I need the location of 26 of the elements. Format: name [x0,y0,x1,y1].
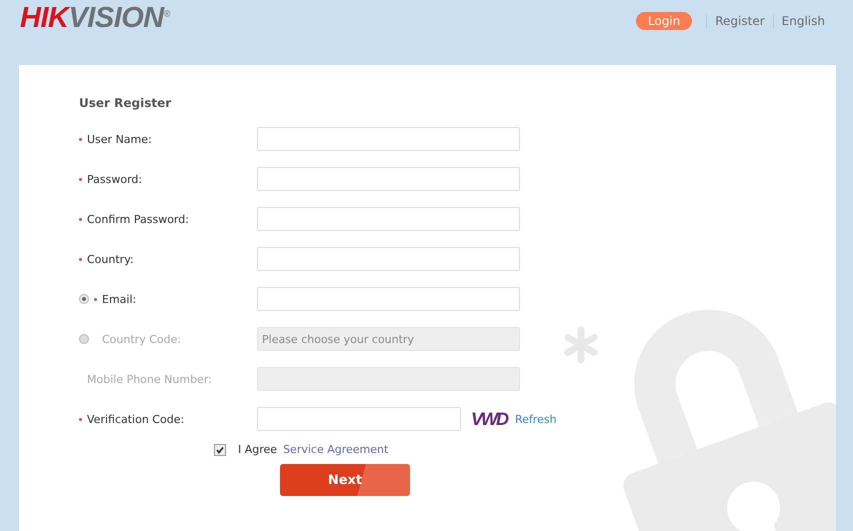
field-label: Verification Code: [87,412,184,426]
checkbox[interactable] [214,444,226,456]
input-field[interactable] [257,287,520,311]
input-field[interactable] [257,247,520,271]
field-label: Email: [102,292,136,306]
input-field[interactable] [257,167,520,191]
form-title: User Register [79,96,172,110]
field-label: Country: [87,252,134,266]
agreement-link[interactable]: Service Agreement [283,443,388,456]
field-label: Confirm Password: [87,212,189,226]
nav-link[interactable]: Register [706,14,773,28]
refresh-link[interactable]: Refresh [515,412,557,426]
field-label: Mobile Phone Number: [87,372,212,386]
nav-link[interactable]: English [772,14,833,28]
logo[interactable]: HIKVISION$^{®}$ [20,2,170,35]
agree-label: I Agree [238,443,278,456]
input-field[interactable] [257,127,520,151]
field-label: Country Code: [102,332,182,346]
radio-button[interactable] [79,294,89,304]
input-field[interactable] [257,407,461,431]
field-label: User Name: [87,132,152,146]
login-button[interactable]: Login [636,12,692,30]
field-label: Password: [87,172,142,186]
next-button[interactable]: Next [280,464,410,496]
input-field[interactable] [257,207,520,231]
captcha-image: VWD [471,408,507,430]
